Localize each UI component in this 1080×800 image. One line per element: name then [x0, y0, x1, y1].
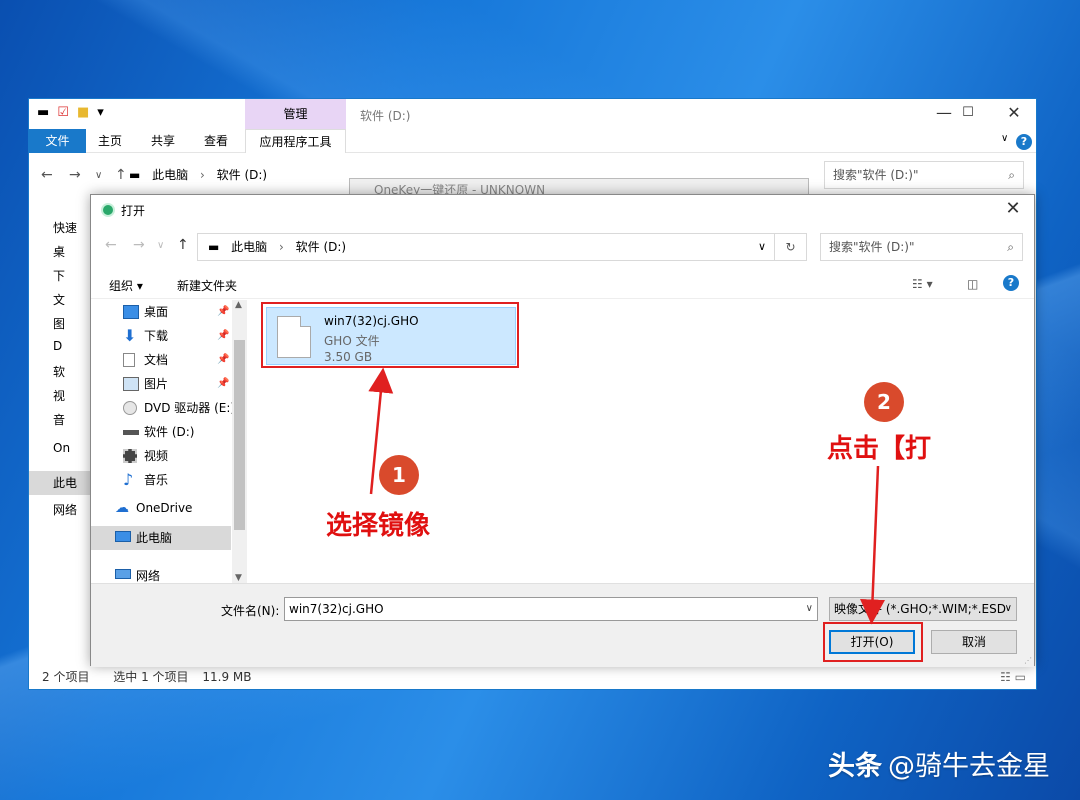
step-2-badge: 2 [864, 382, 904, 422]
step-1-label: 选择镜像 [326, 511, 431, 541]
watermark-handle: @骑牛去金星 [888, 751, 1050, 782]
step-1-badge: 1 [379, 455, 419, 495]
watermark: 头条 @骑牛去金星 [828, 744, 1050, 783]
step-2-label: 点击【打 [827, 434, 932, 464]
annotation-arrows [368, 367, 886, 625]
arrow-to-open [860, 465, 886, 625]
watermark-brand: 头条 [828, 751, 882, 782]
